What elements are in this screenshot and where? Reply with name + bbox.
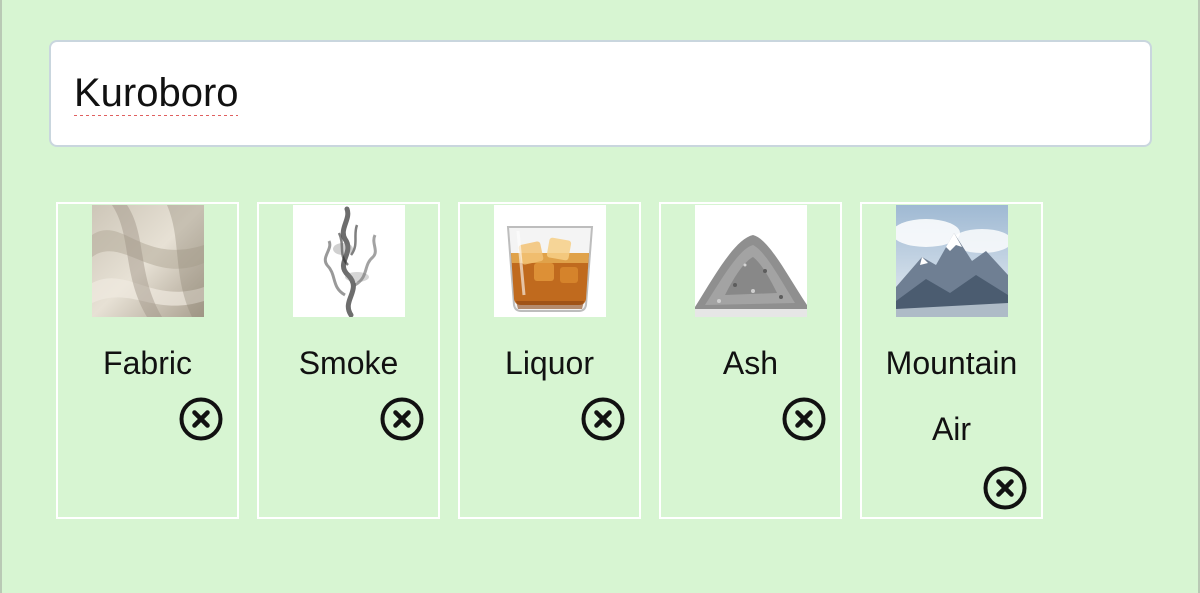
close-circle-icon[interactable] — [581, 397, 625, 441]
scent-card-ash[interactable]: Ash — [659, 202, 842, 519]
close-circle-icon[interactable] — [179, 397, 223, 441]
close-circle-icon[interactable] — [983, 466, 1027, 510]
smoke-image-icon — [293, 205, 405, 317]
scent-card-smoke[interactable]: Smoke — [257, 202, 440, 519]
card-label: Liquor — [505, 345, 594, 381]
scent-card-mountain-air[interactable]: Mountain Air — [860, 202, 1043, 519]
close-circle-icon[interactable] — [380, 397, 424, 441]
close-circle-icon[interactable] — [782, 397, 826, 441]
mountain-image-icon — [896, 205, 1008, 317]
liquor-image-icon — [494, 205, 606, 317]
card-label: Ash — [722, 345, 779, 381]
card-label: Fabric — [103, 345, 192, 381]
scent-card-liquor[interactable]: Liquor — [458, 202, 641, 519]
card-label: Smoke — [298, 345, 399, 381]
ash-image-icon — [695, 205, 807, 317]
scent-card-fabric[interactable]: Fabric — [56, 202, 239, 519]
fabric-image-icon — [92, 205, 204, 317]
card-label: Mountain Air — [885, 345, 1018, 447]
name-input[interactable] — [49, 40, 1152, 147]
